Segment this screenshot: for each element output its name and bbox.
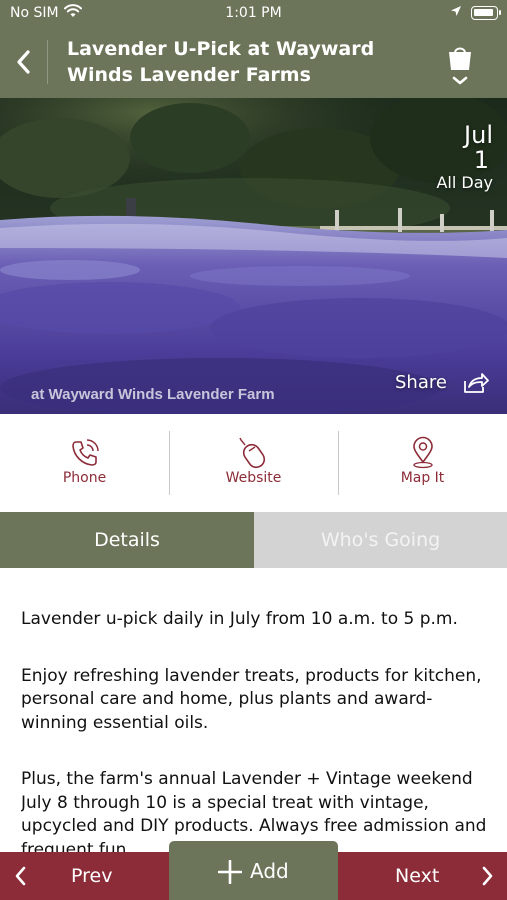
next-label: Next <box>395 865 440 887</box>
share-label: Share <box>395 372 447 393</box>
photo-watermark: at Wayward Winds Lavender Farm <box>31 386 275 403</box>
tab-whos-going[interactable]: Who's Going <box>254 512 507 568</box>
website-label: Website <box>225 470 282 486</box>
back-button[interactable] <box>8 44 42 80</box>
prev-label: Prev <box>71 865 113 887</box>
event-date: Jul 1 All Day <box>436 122 493 194</box>
battery-icon <box>471 6 501 20</box>
event-photo: Jul 1 All Day at Wayward Winds Lavender … <box>0 98 507 414</box>
phone-button[interactable]: Phone <box>0 414 169 512</box>
mouse-icon <box>239 437 266 469</box>
description-paragraph: Lavender u-pick daily in July from 10 a.… <box>21 609 458 629</box>
cart-button[interactable] <box>443 42 477 86</box>
location-arrow-icon <box>450 5 462 22</box>
chevron-right-icon <box>482 866 493 886</box>
action-row: Phone Website Map It <box>0 414 507 512</box>
add-label: Add <box>250 859 289 883</box>
map-pin-icon <box>413 436 433 469</box>
website-button[interactable]: Website <box>169 414 338 512</box>
plus-icon <box>218 860 242 884</box>
share-button[interactable]: Share <box>395 370 495 398</box>
date-time: All Day <box>436 173 493 192</box>
phone-label: Phone <box>62 470 107 486</box>
nav-divider <box>47 40 48 84</box>
prev-button[interactable]: Prev <box>0 852 169 900</box>
add-button[interactable]: Add <box>169 841 338 900</box>
phone-icon <box>72 439 99 466</box>
status-bar: No SIM 1:01 PM <box>0 0 507 26</box>
page-title: Lavender U-Pick at Wayward Winds Lavende… <box>67 38 375 86</box>
date-month: Jul <box>464 121 493 149</box>
next-button[interactable]: Next <box>338 852 507 900</box>
tab-details[interactable]: Details <box>0 512 254 568</box>
status-time: 1:01 PM <box>225 5 282 21</box>
nav-bar: Lavender U-Pick at Wayward Winds Lavende… <box>0 26 507 98</box>
chevron-left-icon <box>17 50 30 74</box>
map-it-button[interactable]: Map It <box>338 414 507 512</box>
share-arrow-icon <box>464 373 489 393</box>
description-paragraph: Plus, the farm's annual Lavender + Vinta… <box>21 769 487 852</box>
description-paragraph: Enjoy refreshing lavender treats, produc… <box>21 665 482 733</box>
chevron-left-icon <box>15 866 26 886</box>
event-description: Lavender u-pick daily in July from 10 a.… <box>21 608 491 852</box>
shopping-bag-icon <box>449 47 471 85</box>
date-day: 1 <box>473 146 489 174</box>
map-it-label: Map It <box>400 470 445 486</box>
